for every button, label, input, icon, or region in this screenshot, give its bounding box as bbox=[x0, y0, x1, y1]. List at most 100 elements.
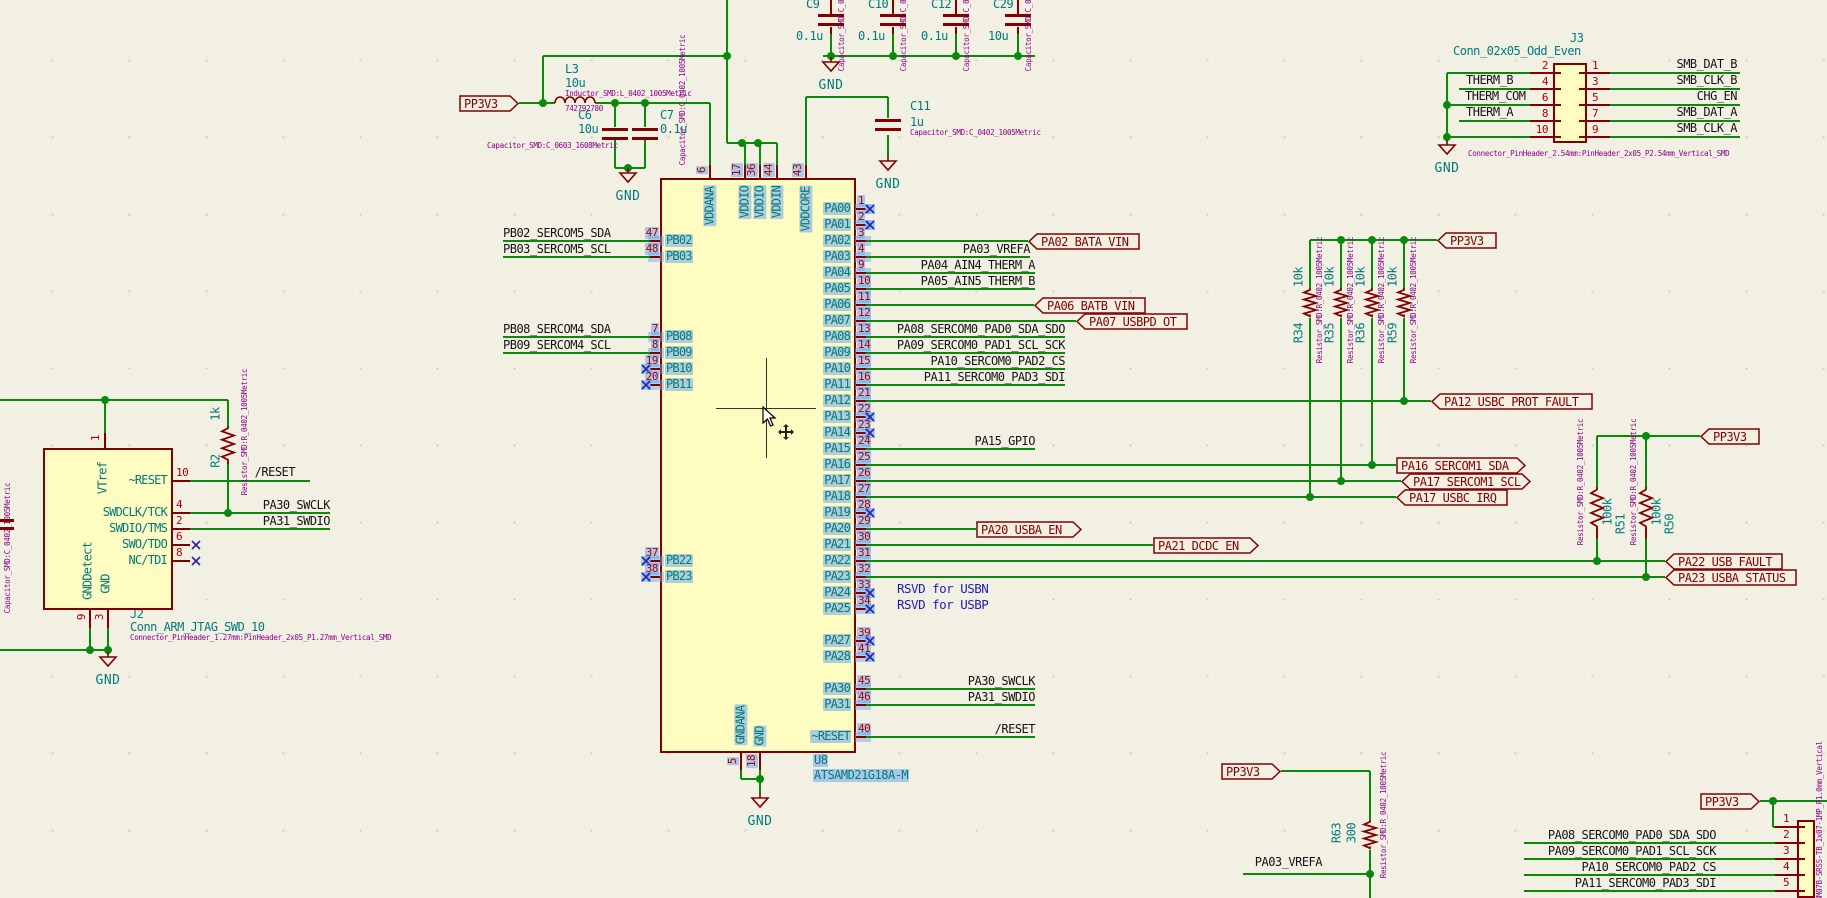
footprint-text[interactable]: 742792780 bbox=[565, 104, 603, 113]
j2-pin-number[interactable]: 2 bbox=[176, 514, 183, 527]
resistor-symbol[interactable] bbox=[1638, 487, 1654, 529]
component-ref-value[interactable]: 0.1u bbox=[858, 29, 885, 43]
net-label-smb-dat-a[interactable]: SMB_DAT_A bbox=[1676, 105, 1737, 119]
resistor-symbol[interactable] bbox=[220, 426, 236, 462]
ic-pin-stub[interactable] bbox=[805, 165, 807, 178]
ic-pin-number[interactable]: 21 bbox=[857, 386, 872, 400]
ic-pin-name[interactable]: PB10 bbox=[665, 361, 693, 376]
junction-dot[interactable] bbox=[1642, 432, 1650, 440]
note-text[interactable]: RSVD for USBN bbox=[897, 582, 989, 596]
wire[interactable] bbox=[866, 272, 1035, 274]
ic-pin-number[interactable]: 17 bbox=[730, 162, 744, 178]
power-label-pp3v3[interactable]: PP3V3 bbox=[459, 95, 520, 113]
wire[interactable] bbox=[227, 462, 229, 513]
j2-pin-number[interactable]: 4 bbox=[176, 498, 183, 511]
resistor-symbol[interactable] bbox=[1589, 487, 1605, 529]
conn-br-pin-notch[interactable] bbox=[1797, 858, 1805, 860]
ic-pin-number[interactable]: 40 bbox=[857, 722, 872, 736]
component-ref-value[interactable]: C12 bbox=[931, 0, 952, 11]
wire[interactable] bbox=[1524, 890, 1775, 892]
ic-pin-name[interactable]: ~RESET bbox=[810, 729, 851, 744]
net-label-pb02-sercom5-sda[interactable]: PB02_SERCOM5_SDA bbox=[503, 226, 611, 240]
net-label-therm-a[interactable]: THERM_A bbox=[1466, 105, 1514, 119]
pin-stub[interactable] bbox=[1587, 104, 1610, 106]
net-label-pa08-sercom0-pad0-sda-sdo[interactable]: PA08_SERCOM0_PAD0_SDA_SDO bbox=[897, 322, 1066, 336]
ic-pin-number[interactable]: 36 bbox=[745, 162, 759, 178]
ic-value[interactable]: ATSAMD21G18A-M bbox=[813, 768, 910, 783]
component-ref-value[interactable]: C10 bbox=[868, 0, 889, 11]
ic-pin-name[interactable]: GNDANA bbox=[733, 705, 748, 746]
net-label-pa09-sercom0-pad1-scl-sck[interactable]: PA09_SERCOM0_PAD1_SCL_SCK bbox=[897, 338, 1066, 352]
wire[interactable] bbox=[866, 368, 1065, 370]
resistor-symbol[interactable] bbox=[1364, 288, 1380, 318]
wire[interactable] bbox=[503, 336, 650, 338]
pin-stub[interactable] bbox=[892, 0, 894, 14]
ic-pin-name[interactable]: PA19 bbox=[823, 505, 851, 520]
ic-pin-name[interactable]: PA25 bbox=[823, 601, 851, 616]
junction-dot[interactable] bbox=[1014, 52, 1022, 60]
j3-pin-number[interactable]: 1 bbox=[1592, 59, 1599, 72]
global-label-pa07_usbpd_ot[interactable]: PA07_USBPD_OT bbox=[1075, 313, 1188, 331]
wire[interactable] bbox=[1645, 436, 1647, 487]
wire[interactable] bbox=[190, 528, 330, 530]
no-connect-x[interactable] bbox=[865, 604, 875, 614]
j3-pin-number[interactable]: 4 bbox=[1542, 75, 1549, 88]
j2-pin-number[interactable]: 10 bbox=[176, 466, 189, 479]
ic-pin-number[interactable]: 46 bbox=[857, 690, 872, 704]
component-ref-value[interactable]: R59 bbox=[1385, 323, 1399, 343]
footprint-text[interactable]: Capacitor_SMD:C_0603_1608Metric bbox=[487, 141, 618, 150]
ic-pin-number[interactable]: 5 bbox=[726, 756, 740, 766]
pin-stub[interactable] bbox=[104, 433, 106, 448]
ic-pin-number[interactable]: 48 bbox=[644, 242, 659, 256]
component-ref-value[interactable]: C7 bbox=[660, 108, 674, 122]
junction-dot[interactable] bbox=[1366, 870, 1374, 878]
pin-stub[interactable] bbox=[955, 27, 957, 34]
capacitor-plate[interactable] bbox=[818, 23, 844, 26]
ic-pin-stub[interactable] bbox=[740, 753, 742, 770]
component-ref-value[interactable]: R34 bbox=[1291, 323, 1305, 343]
net-label-pb09-sercom4-scl[interactable]: PB09_SERCOM4_SCL bbox=[503, 338, 611, 352]
ic-pin-name[interactable]: PA11 bbox=[823, 377, 851, 392]
wire[interactable] bbox=[866, 336, 1065, 338]
ic-pin-name[interactable]: PB11 bbox=[665, 377, 693, 392]
wire[interactable] bbox=[866, 320, 1076, 322]
component-ref-value[interactable]: 10k bbox=[1385, 267, 1399, 287]
ic-pin-number[interactable]: 25 bbox=[857, 450, 872, 464]
component-ref-value[interactable]: R36 bbox=[1353, 323, 1367, 343]
ic-pin-name[interactable]: PA03 bbox=[823, 249, 851, 264]
j3-pin-number[interactable]: 9 bbox=[1592, 123, 1599, 136]
net-label-pa03-vrefa[interactable]: PA03_VREFA bbox=[963, 242, 1031, 256]
capacitor-plate[interactable] bbox=[880, 14, 906, 17]
wire[interactable] bbox=[503, 240, 650, 242]
wire[interactable] bbox=[866, 240, 1028, 242]
ic-pin-name[interactable]: PA23 bbox=[823, 569, 851, 584]
power-label-pp3v3[interactable]: PP3V3 bbox=[1700, 793, 1761, 811]
junction-dot[interactable] bbox=[539, 99, 547, 107]
ic-pin-number[interactable]: 4 bbox=[857, 242, 866, 256]
ic-pin-number[interactable]: 27 bbox=[857, 482, 872, 496]
wire[interactable] bbox=[776, 143, 778, 165]
pin-stub[interactable] bbox=[1587, 120, 1610, 122]
ic-pin-name[interactable]: PA17 bbox=[823, 473, 851, 488]
pin-stub[interactable] bbox=[1530, 104, 1553, 106]
wire[interactable] bbox=[823, 55, 1035, 57]
wire[interactable] bbox=[1610, 136, 1740, 138]
capacitor-plate[interactable] bbox=[602, 128, 628, 131]
net-label-chg-en[interactable]: CHG_EN bbox=[1697, 89, 1738, 103]
pin-stub[interactable] bbox=[955, 0, 957, 14]
no-connect-x[interactable] bbox=[641, 380, 651, 390]
ic-pin-number[interactable]: 3 bbox=[857, 226, 866, 240]
net-label--reset[interactable]: /RESET bbox=[255, 465, 296, 479]
wire[interactable] bbox=[1459, 120, 1530, 122]
ic-pin-name[interactable]: PA12 bbox=[823, 393, 851, 408]
conn-br-pin-notch[interactable] bbox=[1797, 890, 1805, 892]
wire[interactable] bbox=[866, 496, 1396, 498]
capacitor-plate[interactable] bbox=[602, 137, 628, 140]
ic-pin-number[interactable]: 1 bbox=[857, 194, 866, 208]
ic-pin-name[interactable]: PA04 bbox=[823, 265, 851, 280]
ic-pin-number[interactable]: 10 bbox=[857, 274, 872, 288]
gnd-power-symbol[interactable] bbox=[618, 168, 638, 184]
pin-stub[interactable] bbox=[1587, 136, 1610, 138]
junction-dot[interactable] bbox=[952, 52, 960, 60]
resistor-symbol[interactable] bbox=[1333, 288, 1349, 318]
